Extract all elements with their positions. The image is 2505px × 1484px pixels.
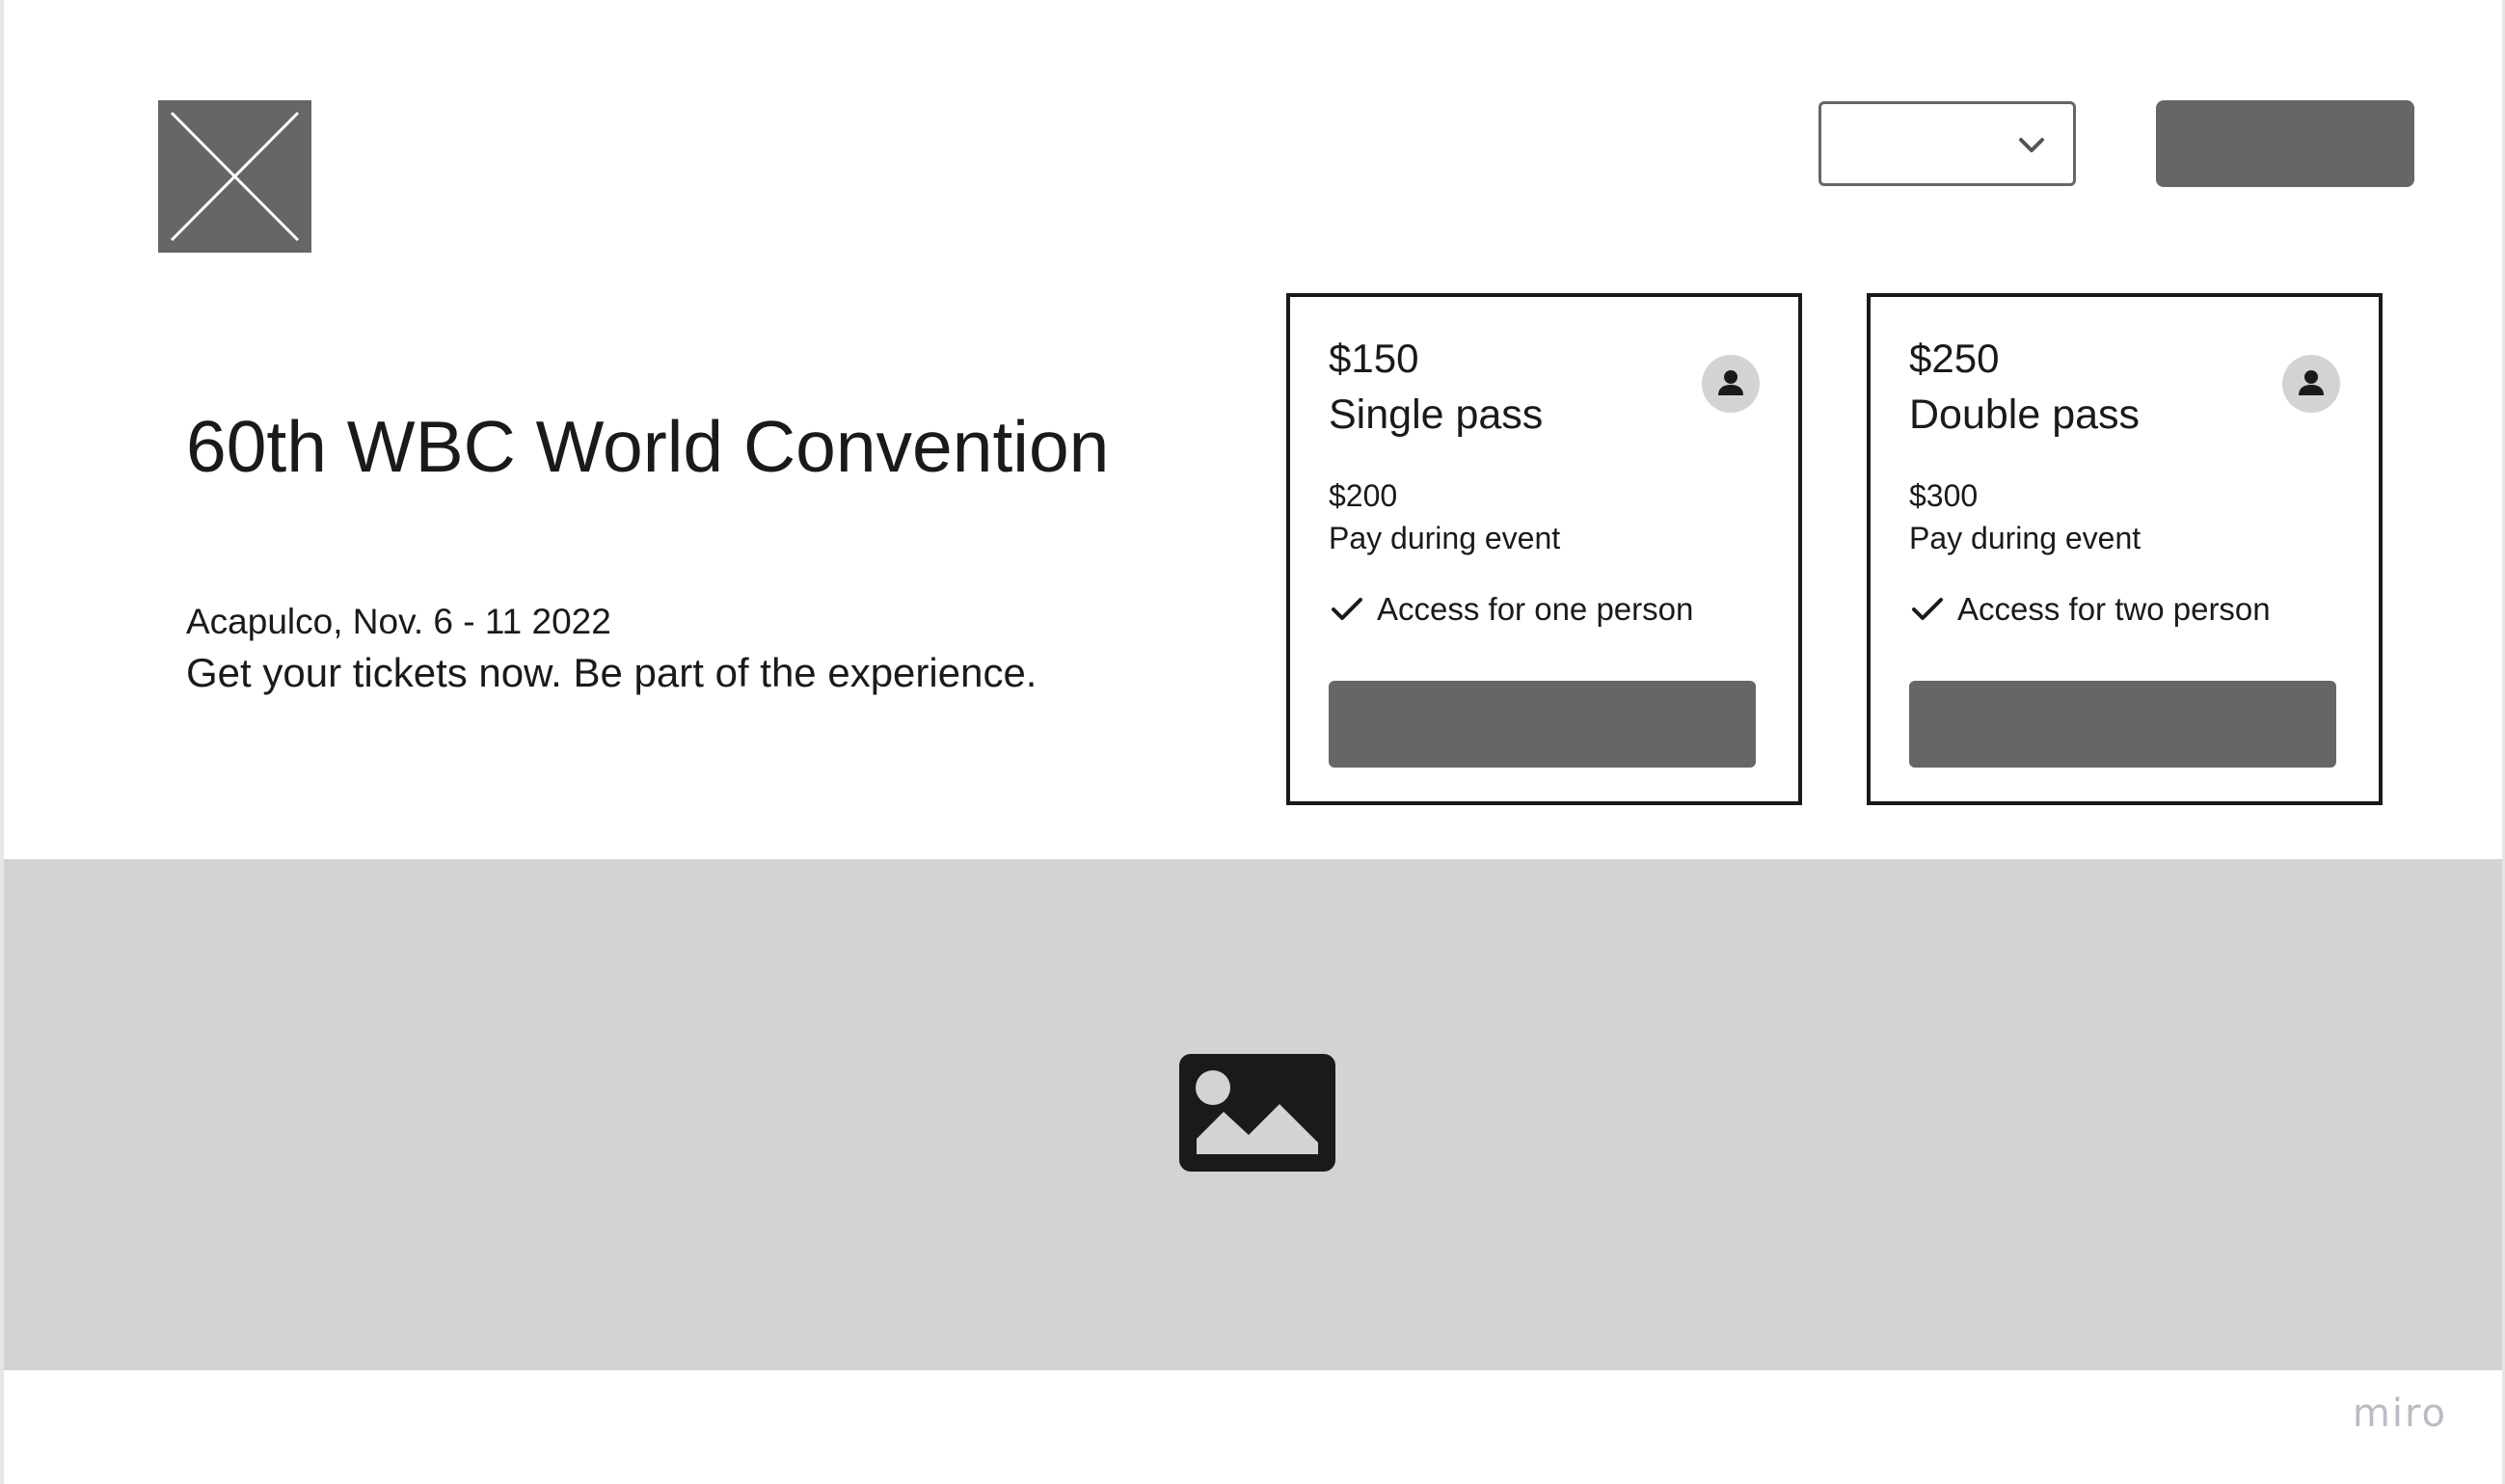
ticket-feature-label: Access for one person <box>1377 591 1694 627</box>
logo-placeholder-icon <box>158 100 311 253</box>
checkmark-icon <box>1912 598 1943 620</box>
ticket-alt-note: Pay during event <box>1329 521 1561 555</box>
ticket-price: $150 <box>1329 336 1419 381</box>
ticket-feature: Access for one person <box>1329 588 1693 631</box>
chevron-down-icon <box>2019 138 2044 152</box>
ticket-feature: Access for two person <box>1909 588 2271 631</box>
ticket-card-double: $250 Double pass $300 Pay during event A… <box>1867 293 2383 805</box>
ticket-price: $250 <box>1909 336 2000 381</box>
user-icon <box>1702 355 1760 413</box>
miro-watermark: miro <box>2352 1391 2447 1436</box>
hero-banner-image <box>4 859 2502 1370</box>
ticket-alt-price: $200 <box>1329 478 1398 513</box>
header-action-button[interactable] <box>2156 100 2414 187</box>
buy-double-pass-button[interactable] <box>1909 681 2336 768</box>
checkmark-icon <box>1332 598 1362 620</box>
ticket-feature-label: Access for two person <box>1957 591 2271 627</box>
event-location-date: Acapulco, Nov. 6 - 11 2022 <box>186 602 611 641</box>
image-icon <box>1179 1054 1335 1172</box>
buy-single-pass-button[interactable] <box>1329 681 1756 768</box>
hero-tagline: Get your tickets now. Be part of the exp… <box>186 650 1037 695</box>
page-title: 60th WBC World Convention <box>186 406 1110 487</box>
user-icon <box>2282 355 2340 413</box>
ticket-card-single: $150 Single pass $200 Pay during event A… <box>1286 293 1802 805</box>
ticket-name: Single pass <box>1329 391 1544 438</box>
ticket-name: Double pass <box>1909 391 2141 438</box>
ticket-alt-price: $300 <box>1909 478 1979 513</box>
ticket-alt-note: Pay during event <box>1909 521 2141 555</box>
header-dropdown[interactable] <box>1818 101 2076 186</box>
